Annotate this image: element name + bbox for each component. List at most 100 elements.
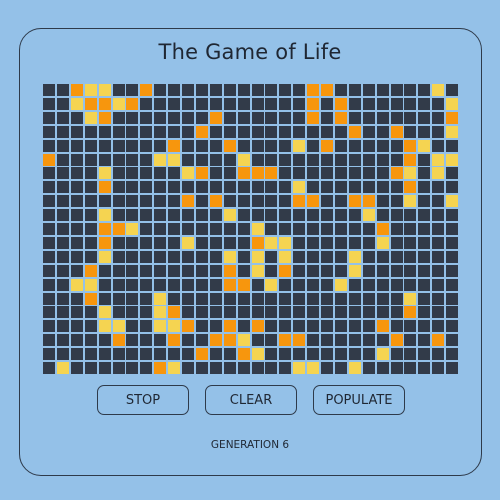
- dead-cell[interactable]: [140, 195, 152, 207]
- dead-cell[interactable]: [99, 293, 111, 305]
- dead-cell[interactable]: [404, 251, 416, 263]
- dead-cell[interactable]: [43, 362, 55, 374]
- dead-cell[interactable]: [126, 181, 138, 193]
- live-cell-orange[interactable]: [99, 237, 111, 249]
- dead-cell[interactable]: [404, 112, 416, 124]
- dead-cell[interactable]: [293, 154, 305, 166]
- dead-cell[interactable]: [377, 209, 389, 221]
- dead-cell[interactable]: [126, 195, 138, 207]
- dead-cell[interactable]: [85, 348, 97, 360]
- dead-cell[interactable]: [293, 237, 305, 249]
- dead-cell[interactable]: [321, 279, 333, 291]
- dead-cell[interactable]: [404, 84, 416, 96]
- live-cell-yellow[interactable]: [113, 98, 125, 110]
- dead-cell[interactable]: [363, 320, 375, 332]
- live-cell-orange[interactable]: [279, 265, 291, 277]
- dead-cell[interactable]: [168, 293, 180, 305]
- live-cell-orange[interactable]: [404, 140, 416, 152]
- dead-cell[interactable]: [196, 181, 208, 193]
- dead-cell[interactable]: [349, 306, 361, 318]
- dead-cell[interactable]: [279, 320, 291, 332]
- dead-cell[interactable]: [126, 167, 138, 179]
- live-cell-yellow[interactable]: [154, 293, 166, 305]
- dead-cell[interactable]: [335, 154, 347, 166]
- dead-cell[interactable]: [168, 265, 180, 277]
- dead-cell[interactable]: [432, 293, 444, 305]
- dead-cell[interactable]: [307, 293, 319, 305]
- dead-cell[interactable]: [363, 223, 375, 235]
- live-cell-yellow[interactable]: [307, 362, 319, 374]
- dead-cell[interactable]: [210, 140, 222, 152]
- dead-cell[interactable]: [349, 98, 361, 110]
- dead-cell[interactable]: [432, 112, 444, 124]
- live-cell-yellow[interactable]: [57, 362, 69, 374]
- dead-cell[interactable]: [140, 209, 152, 221]
- dead-cell[interactable]: [446, 279, 458, 291]
- dead-cell[interactable]: [307, 209, 319, 221]
- live-cell-orange[interactable]: [99, 181, 111, 193]
- dead-cell[interactable]: [279, 279, 291, 291]
- live-cell-orange[interactable]: [391, 167, 403, 179]
- live-cell-yellow[interactable]: [85, 84, 97, 96]
- dead-cell[interactable]: [293, 223, 305, 235]
- dead-cell[interactable]: [126, 209, 138, 221]
- live-cell-orange[interactable]: [224, 279, 236, 291]
- dead-cell[interactable]: [321, 154, 333, 166]
- dead-cell[interactable]: [113, 348, 125, 360]
- dead-cell[interactable]: [363, 251, 375, 263]
- live-cell-yellow[interactable]: [349, 265, 361, 277]
- dead-cell[interactable]: [140, 98, 152, 110]
- live-cell-orange[interactable]: [182, 195, 194, 207]
- dead-cell[interactable]: [71, 251, 83, 263]
- dead-cell[interactable]: [446, 348, 458, 360]
- dead-cell[interactable]: [265, 293, 277, 305]
- dead-cell[interactable]: [404, 320, 416, 332]
- live-cell-orange[interactable]: [252, 237, 264, 249]
- dead-cell[interactable]: [154, 112, 166, 124]
- dead-cell[interactable]: [377, 306, 389, 318]
- dead-cell[interactable]: [349, 348, 361, 360]
- live-cell-orange[interactable]: [446, 112, 458, 124]
- dead-cell[interactable]: [43, 223, 55, 235]
- dead-cell[interactable]: [57, 265, 69, 277]
- dead-cell[interactable]: [182, 112, 194, 124]
- live-cell-orange[interactable]: [252, 167, 264, 179]
- dead-cell[interactable]: [113, 306, 125, 318]
- dead-cell[interactable]: [168, 209, 180, 221]
- dead-cell[interactable]: [252, 306, 264, 318]
- live-cell-yellow[interactable]: [238, 154, 250, 166]
- dead-cell[interactable]: [140, 112, 152, 124]
- dead-cell[interactable]: [113, 195, 125, 207]
- dead-cell[interactable]: [349, 320, 361, 332]
- dead-cell[interactable]: [71, 306, 83, 318]
- live-cell-orange[interactable]: [168, 306, 180, 318]
- clear-button[interactable]: CLEAR: [205, 385, 297, 415]
- dead-cell[interactable]: [321, 195, 333, 207]
- dead-cell[interactable]: [238, 126, 250, 138]
- dead-cell[interactable]: [265, 84, 277, 96]
- dead-cell[interactable]: [224, 126, 236, 138]
- dead-cell[interactable]: [432, 362, 444, 374]
- dead-cell[interactable]: [126, 154, 138, 166]
- dead-cell[interactable]: [363, 279, 375, 291]
- dead-cell[interactable]: [154, 334, 166, 346]
- dead-cell[interactable]: [85, 334, 97, 346]
- live-cell-orange[interactable]: [377, 223, 389, 235]
- dead-cell[interactable]: [43, 181, 55, 193]
- live-cell-yellow[interactable]: [99, 251, 111, 263]
- live-cell-yellow[interactable]: [293, 140, 305, 152]
- dead-cell[interactable]: [154, 251, 166, 263]
- dead-cell[interactable]: [377, 279, 389, 291]
- dead-cell[interactable]: [126, 306, 138, 318]
- live-cell-orange[interactable]: [377, 320, 389, 332]
- dead-cell[interactable]: [265, 181, 277, 193]
- dead-cell[interactable]: [432, 251, 444, 263]
- dead-cell[interactable]: [293, 293, 305, 305]
- dead-cell[interactable]: [349, 140, 361, 152]
- dead-cell[interactable]: [224, 181, 236, 193]
- dead-cell[interactable]: [57, 237, 69, 249]
- dead-cell[interactable]: [335, 348, 347, 360]
- live-cell-yellow[interactable]: [224, 251, 236, 263]
- dead-cell[interactable]: [168, 251, 180, 263]
- dead-cell[interactable]: [196, 279, 208, 291]
